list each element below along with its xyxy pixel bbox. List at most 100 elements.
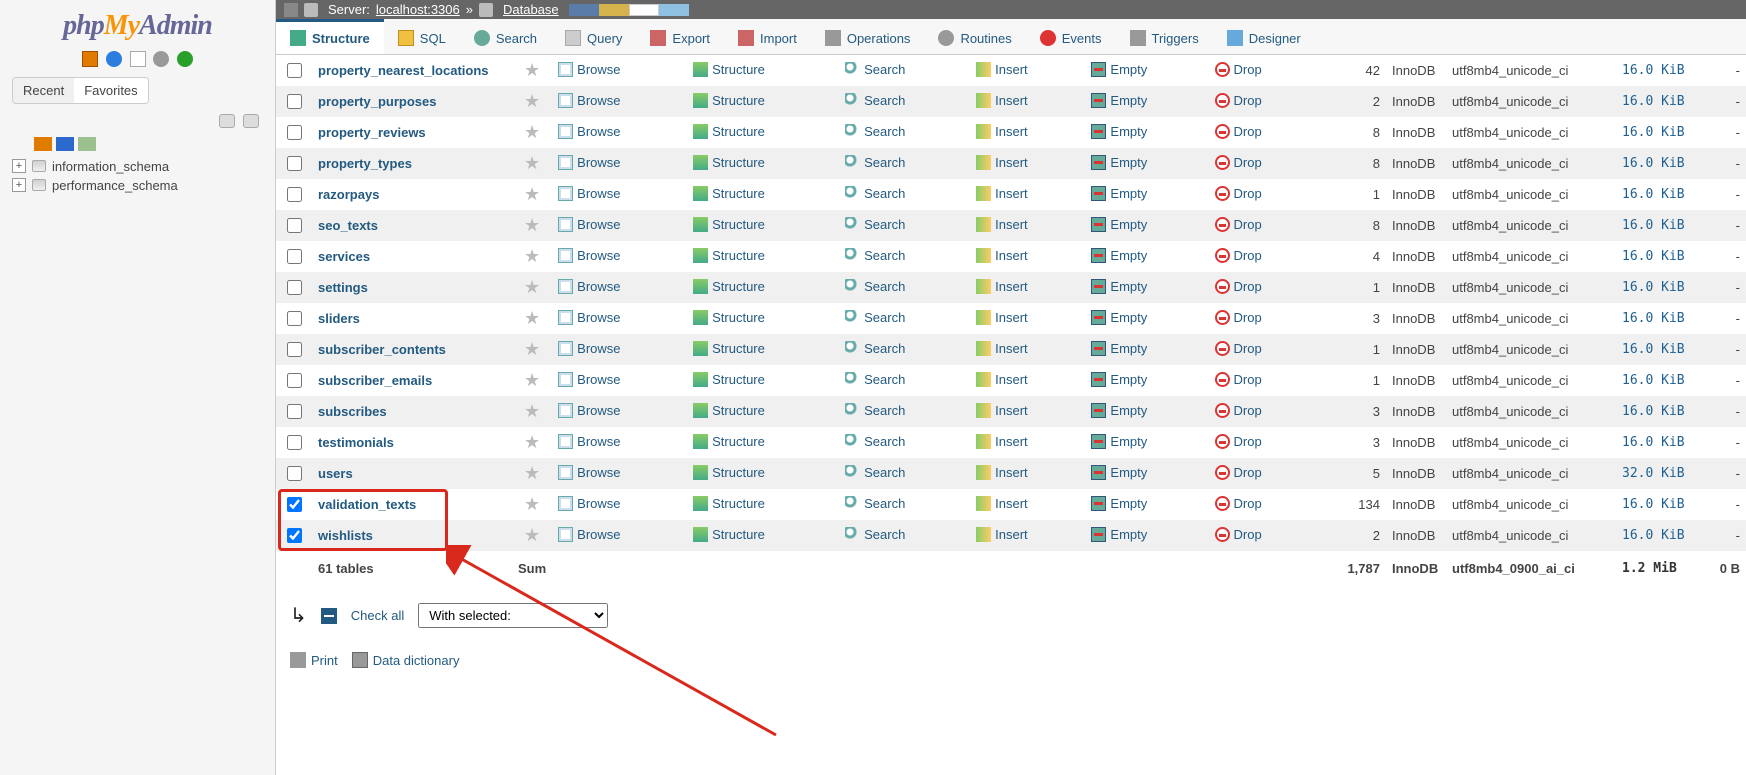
table-name-link[interactable]: subscriber_emails [318,373,432,388]
browse-link[interactable]: Browse [558,279,620,294]
search-link[interactable]: Search [845,186,905,201]
search-link[interactable]: Search [845,124,905,139]
chip-3[interactable] [629,4,659,16]
check-all-icon[interactable] [321,608,337,624]
structure-link[interactable]: Structure [693,279,765,294]
empty-link[interactable]: Empty [1091,279,1147,294]
drop-link[interactable]: Drop [1215,124,1262,139]
browse-link[interactable]: Browse [558,186,620,201]
structure-link[interactable]: Structure [693,217,765,232]
row-checkbox[interactable] [287,342,302,357]
table-name-link[interactable]: sliders [318,311,360,326]
reload-icon[interactable] [177,51,193,67]
drop-link[interactable]: Drop [1215,434,1262,449]
tab-events[interactable]: Events [1026,19,1116,54]
print-link[interactable]: Print [290,652,338,668]
expand-icon[interactable]: + [12,159,26,173]
home-icon[interactable] [82,51,98,67]
browse-link[interactable]: Browse [558,496,620,511]
structure-link[interactable]: Structure [693,155,765,170]
search-link[interactable]: Search [845,341,905,356]
favorite-icon[interactable]: ★ [524,463,540,483]
structure-link[interactable]: Structure [693,496,765,511]
expand-icon[interactable]: + [12,178,26,192]
search-link[interactable]: Search [845,155,905,170]
search-link[interactable]: Search [845,434,905,449]
tab-export[interactable]: Export [636,19,724,54]
insert-link[interactable]: Insert [976,62,1028,77]
table-name-link[interactable]: testimonials [318,435,394,450]
table-name-link[interactable]: razorpays [318,187,379,202]
structure-link[interactable]: Structure [693,310,765,325]
browse-link[interactable]: Browse [558,403,620,418]
database-link[interactable]: Database [503,2,559,17]
sql-icon[interactable] [130,51,146,67]
tab-operations[interactable]: Operations [811,19,925,54]
row-checkbox[interactable] [287,280,302,295]
tab-recent[interactable]: Recent [13,78,74,103]
drop-link[interactable]: Drop [1215,496,1262,511]
structure-link[interactable]: Structure [693,186,765,201]
insert-link[interactable]: Insert [976,434,1028,449]
browse-link[interactable]: Browse [558,62,620,77]
search-link[interactable]: Search [845,372,905,387]
drop-link[interactable]: Drop [1215,310,1262,325]
row-checkbox[interactable] [287,94,302,109]
table-name-link[interactable]: wishlists [318,528,373,543]
search-link[interactable]: Search [845,217,905,232]
empty-link[interactable]: Empty [1091,527,1147,542]
data-dictionary-link[interactable]: Data dictionary [352,652,460,668]
empty-link[interactable]: Empty [1091,496,1147,511]
drop-link[interactable]: Drop [1215,248,1262,263]
table-name-link[interactable]: subscriber_contents [318,342,446,357]
drop-link[interactable]: Drop [1215,527,1262,542]
browse-link[interactable]: Browse [558,248,620,263]
empty-link[interactable]: Empty [1091,186,1147,201]
structure-link[interactable]: Structure [693,124,765,139]
tab-triggers[interactable]: Triggers [1116,19,1213,54]
favorite-icon[interactable]: ★ [524,401,540,421]
row-checkbox[interactable] [287,373,302,388]
browse-link[interactable]: Browse [558,341,620,356]
insert-link[interactable]: Insert [976,93,1028,108]
structure-link[interactable]: Structure [693,62,765,77]
insert-link[interactable]: Insert [976,341,1028,356]
favorite-icon[interactable]: ★ [524,494,540,514]
tab-import[interactable]: Import [724,19,811,54]
structure-link[interactable]: Structure [693,248,765,263]
help-icon[interactable] [106,51,122,67]
favorite-icon[interactable]: ★ [524,339,540,359]
browse-link[interactable]: Browse [558,465,620,480]
tab-favorites[interactable]: Favorites [74,78,147,103]
browse-link[interactable]: Browse [558,217,620,232]
insert-link[interactable]: Insert [976,372,1028,387]
table-name-link[interactable]: users [318,466,353,481]
tab-routines[interactable]: Routines [924,19,1025,54]
nav-arrow-icon[interactable] [284,3,298,17]
favorite-icon[interactable]: ★ [524,370,540,390]
empty-link[interactable]: Empty [1091,217,1147,232]
drop-link[interactable]: Drop [1215,372,1262,387]
empty-link[interactable]: Empty [1091,62,1147,77]
empty-link[interactable]: Empty [1091,93,1147,108]
browse-link[interactable]: Browse [558,93,620,108]
link-icon[interactable] [243,114,259,128]
insert-link[interactable]: Insert [976,124,1028,139]
row-checkbox[interactable] [287,497,302,512]
favorite-icon[interactable]: ★ [524,277,540,297]
row-checkbox[interactable] [287,218,302,233]
favorite-icon[interactable]: ★ [524,184,540,204]
row-checkbox[interactable] [287,435,302,450]
drop-link[interactable]: Drop [1215,341,1262,356]
browse-link[interactable]: Browse [558,372,620,387]
tab-search[interactable]: Search [460,19,551,54]
empty-link[interactable]: Empty [1091,372,1147,387]
search-link[interactable]: Search [845,279,905,294]
table-name-link[interactable]: property_reviews [318,125,426,140]
row-checkbox[interactable] [287,528,302,543]
favorite-icon[interactable]: ★ [524,215,540,235]
collapse-icon[interactable] [219,114,235,128]
structure-link[interactable]: Structure [693,465,765,480]
row-checkbox[interactable] [287,156,302,171]
favorite-icon[interactable]: ★ [524,60,540,80]
